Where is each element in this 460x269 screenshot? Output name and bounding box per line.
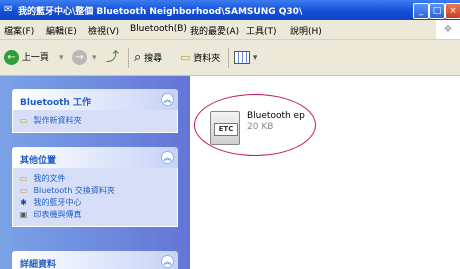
task-pane: Bluetooth 工作 ︽ ▭ 製作新資料夾 其他位置 ︽ ▭ 我的文件 ▭ …	[0, 76, 190, 269]
folders-label: 資料夾	[193, 54, 221, 64]
back-arrow-icon: ←	[4, 50, 19, 65]
my-bluetooth-places-link[interactable]: ✱ 我的藍牙中心	[19, 197, 171, 209]
menu-favorites[interactable]: 我的最愛(A)	[190, 24, 239, 37]
folders-button[interactable]: ▭ 資料夾	[180, 48, 220, 68]
other-places-panel: 其他位置 ︽ ▭ 我的文件 ▭ Bluetooth 交換資料夾 ✱ 我的藍牙中心…	[12, 147, 178, 227]
menu-bar: 檔案(F) 編輯(E) 檢視(V) Bluetooth(B) 我的最愛(A) 工…	[0, 20, 460, 40]
details-panel: 詳細資料 ︽	[12, 251, 178, 269]
views-button[interactable]: ▾	[234, 48, 257, 68]
printers-and-faxes-link[interactable]: ▣ 印表機與傳真	[19, 209, 171, 221]
toolbar-divider	[228, 48, 229, 68]
collapse-icon[interactable]: ︽	[161, 93, 174, 106]
back-button[interactable]: ← 上一頁	[4, 48, 49, 68]
link-label: 製作新資料夾	[33, 116, 82, 125]
forward-button[interactable]: →	[72, 48, 87, 68]
search-button[interactable]: ⌕ 搜尋	[134, 48, 162, 68]
panel-header[interactable]: 其他位置 ︽	[12, 147, 178, 168]
panel-title: Bluetooth 工作	[20, 98, 91, 108]
panel-title: 其他位置	[20, 156, 57, 166]
views-dropdown-icon: ▾	[252, 53, 258, 63]
panel-header[interactable]: Bluetooth 工作 ︽	[12, 89, 178, 110]
collapse-icon[interactable]: ︽	[161, 151, 174, 164]
link-label: 我的文件	[33, 174, 66, 183]
forward-dropdown[interactable]: ▾	[92, 48, 97, 68]
panel-title: 詳細資料	[20, 260, 57, 269]
window-title: 我的藍牙中心\整個 Bluetooth Neighborhood\SAMSUNG…	[18, 7, 303, 17]
views-icon	[234, 51, 250, 64]
search-icon: ⌕	[134, 50, 142, 65]
make-new-folder-link[interactable]: ▭ 製作新資料夾	[19, 115, 171, 127]
forward-arrow-icon: →	[72, 50, 87, 65]
my-documents-link[interactable]: ▭ 我的文件	[19, 173, 171, 185]
windows-logo-icon: ❖	[436, 20, 460, 39]
menu-tools[interactable]: 工具(T)	[246, 24, 277, 37]
minimize-button[interactable]: _	[413, 3, 429, 19]
bluetooth-tasks-panel: Bluetooth 工作 ︽ ▭ 製作新資料夾	[12, 89, 178, 133]
collapse-icon[interactable]: ︽	[161, 255, 174, 268]
search-label: 搜尋	[144, 54, 163, 64]
menu-view[interactable]: 檢視(V)	[88, 24, 119, 37]
link-label: 印表機與傳真	[33, 210, 82, 219]
menu-help[interactable]: 說明(H)	[290, 24, 322, 37]
bluetooth-exchange-folder-link[interactable]: ▭ Bluetooth 交換資料夾	[19, 185, 171, 197]
panel-body: ▭ 製作新資料夾	[12, 110, 178, 133]
bluetooth-app-icon: ✉	[4, 4, 13, 15]
menu-edit[interactable]: 編輯(E)	[46, 24, 77, 37]
up-folder-button[interactable]: ⤴	[106, 48, 119, 68]
folder-icon: ▭	[180, 51, 191, 64]
printer-icon: ▣	[19, 209, 28, 219]
title-bar[interactable]: ✉ 我的藍牙中心\整個 Bluetooth Neighborhood\SAMSU…	[0, 0, 460, 20]
highlight-annotation	[194, 94, 316, 156]
folder-icon: ▭	[19, 173, 28, 183]
back-label: 上一頁	[21, 53, 49, 63]
explorer-window: ✉ 我的藍牙中心\整個 Bluetooth Neighborhood\SAMSU…	[0, 0, 460, 269]
up-folder-icon: ⤴	[106, 50, 120, 65]
back-dropdown[interactable]: ▾	[59, 48, 64, 68]
new-folder-icon: ▭	[19, 115, 28, 125]
toolbar: ← 上一頁 ▾ → ▾ ⤴ ⌕ 搜尋 ▭ 資料夾 ▾	[0, 40, 460, 76]
menu-bluetooth[interactable]: Bluetooth(B)	[130, 24, 187, 34]
folder-icon: ▭	[19, 185, 28, 195]
panel-header[interactable]: 詳細資料 ︽	[12, 251, 178, 269]
panel-body: ▭ 我的文件 ▭ Bluetooth 交換資料夾 ✱ 我的藍牙中心 ▣ 印表機與…	[12, 168, 178, 227]
link-label: 我的藍牙中心	[33, 198, 82, 207]
link-label: Bluetooth 交換資料夾	[33, 186, 115, 195]
close-button[interactable]: ×	[445, 3, 460, 19]
maximize-button[interactable]: □	[429, 3, 445, 19]
toolbar-divider	[128, 48, 129, 68]
bluetooth-icon: ✱	[20, 197, 27, 207]
menu-file[interactable]: 檔案(F)	[4, 24, 34, 37]
